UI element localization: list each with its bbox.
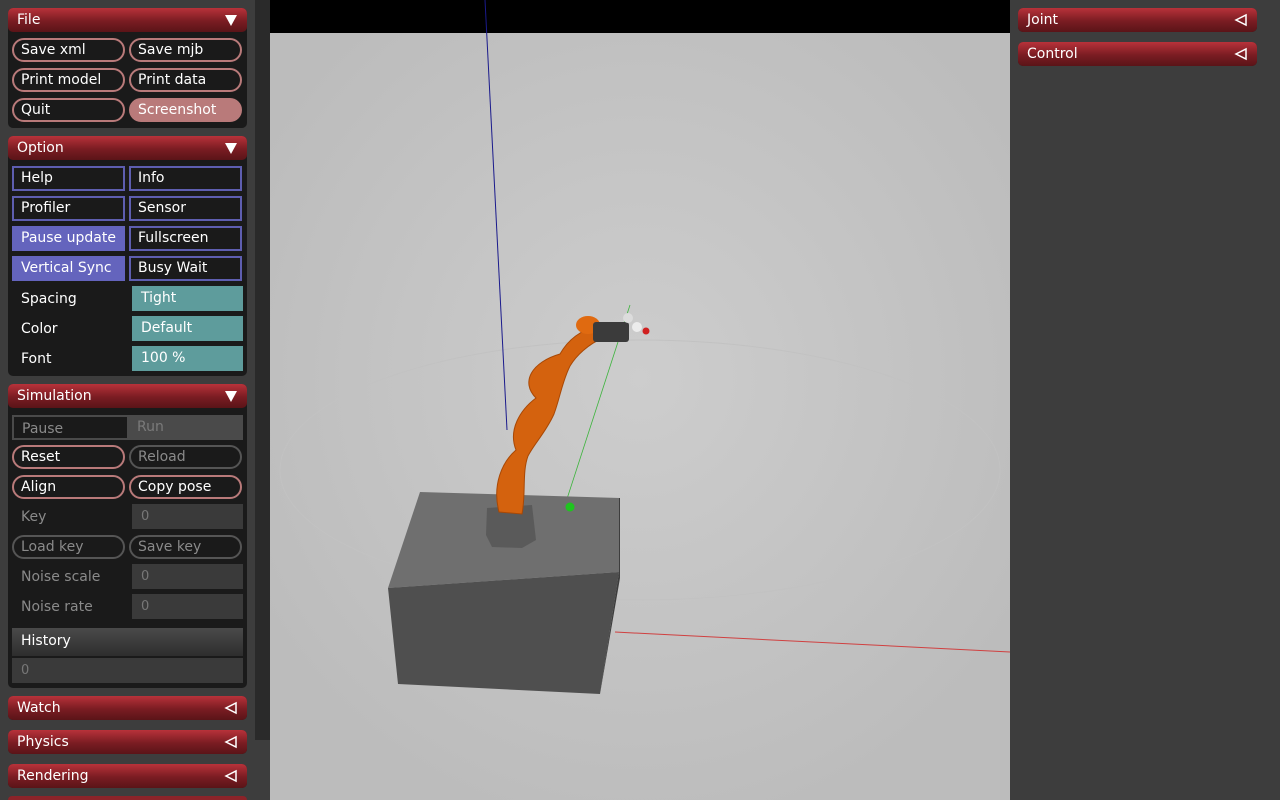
file-section: File Save xml Save mjb Print model Print… xyxy=(8,8,247,128)
profiler-checkbox[interactable]: Profiler xyxy=(12,196,125,221)
history-slider[interactable]: 0 xyxy=(12,658,243,683)
joint-section: Joint xyxy=(1018,8,1257,32)
rendering-section-title: Rendering xyxy=(17,768,89,784)
right-ui-panel: Joint Control xyxy=(1010,0,1280,800)
control-section-title: Control xyxy=(1027,46,1078,62)
noise-scale-label: Noise scale xyxy=(21,569,101,585)
control-section: Control xyxy=(1018,42,1257,66)
simulation-viewport[interactable] xyxy=(270,0,1010,800)
copy-pose-button[interactable]: Copy pose xyxy=(129,475,242,499)
robot-gripper xyxy=(593,322,629,342)
save-key-button[interactable]: Save key xyxy=(129,535,242,559)
option-section-title: Option xyxy=(17,140,64,156)
font-select[interactable]: 100 % xyxy=(132,346,243,371)
run-radio[interactable]: Run xyxy=(129,415,243,440)
joint-section-header[interactable]: Joint xyxy=(1018,8,1257,32)
watch-section-title: Watch xyxy=(17,700,61,716)
key-slider[interactable]: 0 xyxy=(132,504,243,529)
simulation-section-title: Simulation xyxy=(17,388,92,404)
joint-section-title: Joint xyxy=(1027,12,1058,28)
save-mjb-button[interactable]: Save mjb xyxy=(129,38,242,62)
fullscreen-checkbox[interactable]: Fullscreen xyxy=(129,226,242,251)
gripper-finger xyxy=(632,322,642,332)
control-section-header[interactable]: Control xyxy=(1018,42,1257,66)
reload-button[interactable]: Reload xyxy=(129,445,242,469)
save-xml-button[interactable]: Save xml xyxy=(12,38,125,62)
spacing-label: Spacing xyxy=(21,291,77,307)
file-section-title: File xyxy=(17,12,41,28)
load-key-button[interactable]: Load key xyxy=(12,535,125,559)
physics-section: Physics xyxy=(8,730,247,754)
info-checkbox[interactable]: Info xyxy=(129,166,242,191)
watch-section-header[interactable]: Watch xyxy=(8,696,247,720)
option-section: Option Help Info Profiler Sensor Pause u… xyxy=(8,136,247,376)
busy-wait-checkbox[interactable]: Busy Wait xyxy=(129,256,242,281)
spacing-select[interactable]: Tight xyxy=(132,286,243,311)
rendering-section: Rendering xyxy=(8,764,247,788)
pause-radio[interactable]: Pause xyxy=(12,415,129,440)
gripper-tip xyxy=(642,327,650,335)
table-front xyxy=(388,572,619,694)
screenshot-button[interactable]: Screenshot xyxy=(129,98,242,122)
sensor-checkbox[interactable]: Sensor xyxy=(129,196,242,221)
noise-scale-slider[interactable]: 0 xyxy=(132,564,243,589)
target-sphere xyxy=(565,502,575,512)
simulation-section: Simulation Pause Run Reset Reload Align … xyxy=(8,384,247,688)
font-label: Font xyxy=(21,351,52,367)
scene-render xyxy=(270,0,1010,800)
quit-button[interactable]: Quit xyxy=(12,98,125,122)
color-label: Color xyxy=(21,321,58,337)
simulation-section-header[interactable]: Simulation xyxy=(8,384,247,408)
chevron-left-icon xyxy=(224,769,237,783)
chevron-left-icon xyxy=(1234,47,1247,61)
gripper-finger xyxy=(623,313,633,323)
noise-rate-label: Noise rate xyxy=(21,599,93,615)
floor-plane xyxy=(270,33,1010,800)
chevron-down-icon xyxy=(225,391,237,402)
print-data-button[interactable]: Print data xyxy=(129,68,242,92)
chevron-left-icon xyxy=(224,701,237,715)
print-model-button[interactable]: Print model xyxy=(12,68,125,92)
chevron-down-icon xyxy=(225,15,237,26)
vertical-sync-checkbox[interactable]: Vertical Sync xyxy=(12,256,125,281)
left-ui-panel: File Save xml Save mjb Print model Print… xyxy=(0,0,255,800)
rendering-section-header[interactable]: Rendering xyxy=(8,764,247,788)
history-label: History xyxy=(21,633,71,649)
left-panel-scrollbar[interactable] xyxy=(255,0,270,740)
pause-update-checkbox[interactable]: Pause update xyxy=(12,226,125,251)
key-label: Key xyxy=(21,509,47,525)
help-checkbox[interactable]: Help xyxy=(12,166,125,191)
reset-button[interactable]: Reset xyxy=(12,445,125,469)
align-button[interactable]: Align xyxy=(12,475,125,499)
noise-rate-slider[interactable]: 0 xyxy=(132,594,243,619)
chevron-left-icon xyxy=(1234,13,1247,27)
physics-section-header[interactable]: Physics xyxy=(8,730,247,754)
history-header: History xyxy=(12,628,243,656)
watch-section: Watch xyxy=(8,696,247,720)
color-select[interactable]: Default xyxy=(132,316,243,341)
option-section-header[interactable]: Option xyxy=(8,136,247,160)
next-section-edge xyxy=(8,796,247,800)
physics-section-title: Physics xyxy=(17,734,69,750)
chevron-left-icon xyxy=(224,735,237,749)
chevron-down-icon xyxy=(225,143,237,154)
file-section-header[interactable]: File xyxy=(8,8,247,32)
